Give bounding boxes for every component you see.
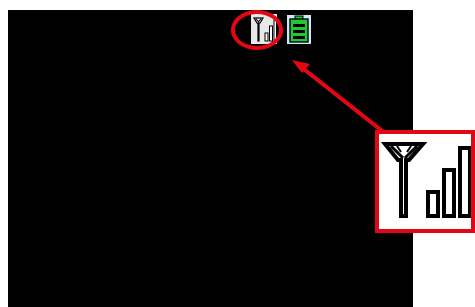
battery-icon — [287, 15, 311, 44]
zoomed-signal-callout — [375, 130, 475, 233]
highlight-circle — [231, 10, 283, 50]
device-screen — [8, 10, 413, 307]
tutorial-canvas — [0, 0, 475, 307]
signal-strength-icon-zoomed — [379, 134, 471, 229]
